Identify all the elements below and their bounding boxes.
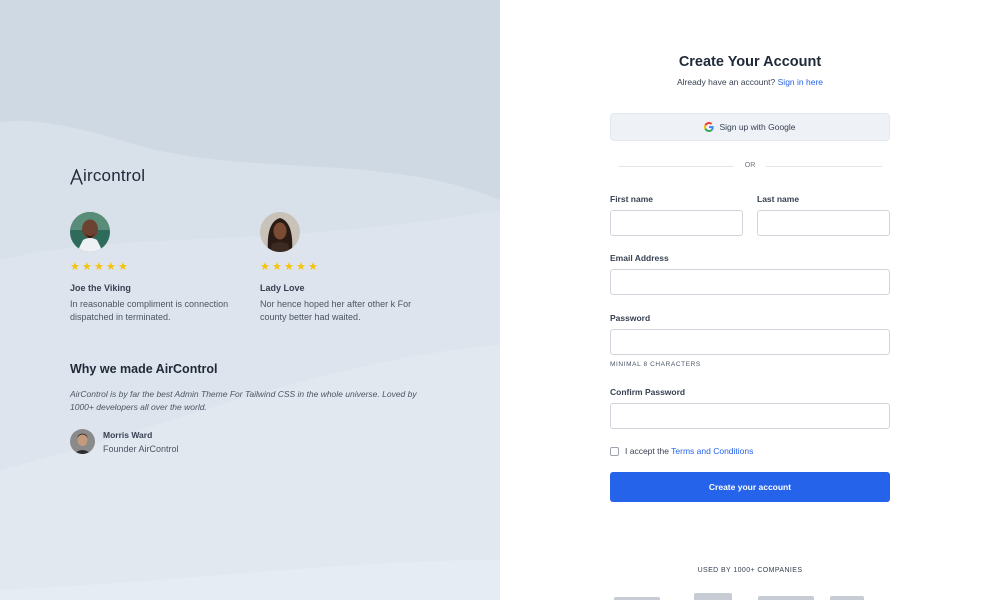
star-icon: ★ [308, 261, 318, 273]
last-name-label: Last name [757, 194, 800, 204]
signin-prompt-text: Already have an account? [676, 77, 776, 87]
left-panel: ircontrol ★ ★ ★ ★ ★ Joe the Viking In re… [0, 0, 500, 600]
password-label: Password [610, 313, 651, 323]
star-icon: ★ [284, 261, 294, 273]
star-icon: ★ [272, 261, 282, 273]
star-icon: ★ [118, 261, 128, 273]
google-button-label: Sign up with Google [719, 122, 796, 132]
page-title: Create Your Account [678, 54, 822, 70]
star-icon: ★ [296, 261, 306, 273]
last-name-input[interactable] [757, 210, 890, 236]
testimonial-card: ★ ★ ★ ★ ★ Joe the Viking In reasonable c… [70, 212, 250, 324]
brand-a-icon [70, 169, 83, 185]
terms-text: I accept the Terms and Conditions [625, 446, 753, 456]
password-input[interactable] [610, 329, 890, 355]
avatar [260, 212, 300, 252]
google-icon [704, 122, 715, 132]
why-heading: Why we made AirControl [70, 362, 218, 376]
google-signup-button[interactable]: Sign up with Google [610, 113, 890, 141]
right-panel: Create Your Account Already have an acco… [500, 0, 1000, 600]
password-hint: MINIMAL 8 CHARACTERS [610, 361, 701, 368]
confirm-password-input[interactable] [610, 403, 890, 429]
terms-row: I accept the Terms and Conditions [610, 446, 753, 456]
terms-link[interactable]: Terms and Conditions [671, 446, 753, 456]
avatar [70, 212, 110, 252]
star-icon: ★ [70, 261, 80, 273]
used-by-label: USED BY 1000+ COMPANIES [697, 567, 803, 574]
terms-checkbox[interactable] [610, 446, 619, 456]
testimonial-text: In reasonable compliment is connection d… [70, 299, 229, 322]
testimonial-card: ★ ★ ★ ★ ★ Lady Love Nor hence hoped her … [260, 212, 440, 324]
star-icon: ★ [82, 261, 92, 273]
star-icon: ★ [260, 261, 270, 273]
first-name-label: First name [610, 194, 653, 204]
testimonial-name: Lady Love [260, 283, 305, 293]
why-description: AirControl is by far the best Admin Them… [70, 389, 417, 412]
star-icon: ★ [106, 261, 116, 273]
author-avatar [70, 429, 95, 454]
brand-logo[interactable]: ircontrol [70, 165, 145, 185]
divider-line [766, 166, 882, 167]
left-content: ircontrol ★ ★ ★ ★ ★ Joe the Viking In re… [70, 0, 450, 600]
rating-stars: ★ ★ ★ ★ ★ [70, 262, 250, 273]
signin-prompt: Already have an account? Sign in here [610, 77, 890, 87]
author-block: Morris Ward Founder AirControl [70, 429, 179, 454]
confirm-password-label: Confirm Password [610, 387, 686, 397]
create-account-button[interactable]: Create your account [610, 472, 890, 502]
star-icon: ★ [94, 261, 104, 273]
or-divider: OR [618, 160, 882, 172]
author-role: Founder AirControl [103, 443, 179, 454]
rating-stars: ★ ★ ★ ★ ★ [260, 262, 440, 273]
signin-link[interactable]: Sign in here [778, 77, 823, 87]
terms-prefix: I accept the [625, 446, 669, 456]
email-input[interactable] [610, 269, 890, 295]
company-logo-strip [614, 593, 864, 600]
email-label: Email Address [610, 253, 669, 263]
testimonial-text: Nor hence hoped her after other k For co… [260, 299, 412, 322]
first-name-input[interactable] [610, 210, 743, 236]
brand-name: ircontrol [83, 166, 146, 185]
author-name: Morris Ward [103, 429, 153, 440]
testimonial-name: Joe the Viking [70, 283, 131, 293]
company-logos [610, 591, 890, 600]
